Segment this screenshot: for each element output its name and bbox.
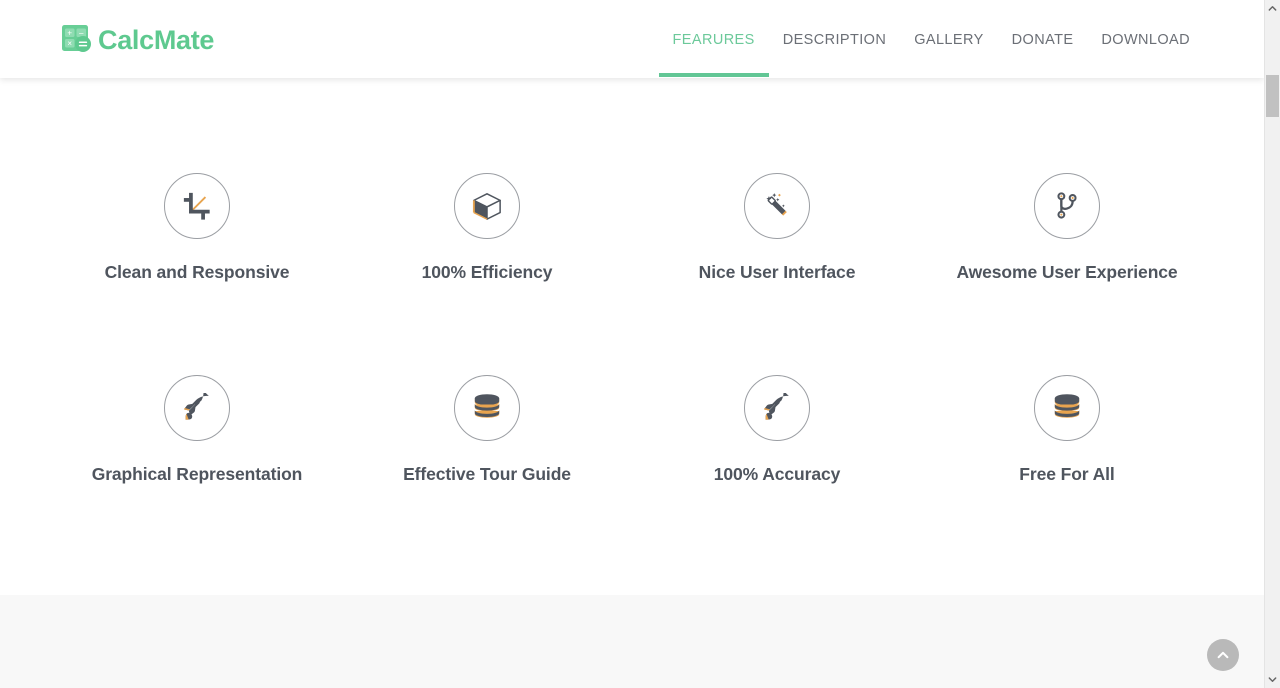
header-inner: + – × CalcMate FEARURES DESCRIPTION GALL… (0, 0, 1264, 78)
feature-title: Clean and Responsive (104, 262, 290, 282)
feature-card: Effective Tour Guide (342, 375, 632, 485)
feature-title: Effective Tour Guide (403, 464, 571, 484)
feature-card: 100% Accuracy (632, 375, 922, 485)
nav-item-description[interactable]: DESCRIPTION (769, 30, 901, 50)
next-section (0, 595, 1264, 688)
nav-item-download[interactable]: DOWNLOAD (1087, 30, 1204, 50)
scrollbar-down-button[interactable] (1265, 671, 1280, 688)
magic-wand-icon (744, 173, 810, 239)
page-viewport: + – × CalcMate FEARURES DESCRIPTION GALL… (0, 0, 1264, 688)
svg-text:×: × (67, 39, 72, 48)
feature-card: Nice User Interface (632, 173, 922, 283)
site-header: + – × CalcMate FEARURES DESCRIPTION GALL… (0, 0, 1264, 78)
brand-logo-link[interactable]: + – × CalcMate (60, 18, 214, 62)
main-navigation: FEARURES DESCRIPTION GALLERY DONATE DOWN… (658, 0, 1204, 78)
calculator-icon: + – × (60, 22, 96, 58)
scrollbar-thumb[interactable] (1266, 75, 1279, 117)
rocket-icon (744, 375, 810, 441)
feature-card: Free For All (922, 375, 1212, 485)
database-icon (454, 375, 520, 441)
crop-alt-icon (164, 173, 230, 239)
nav-item-features[interactable]: FEARURES (658, 30, 769, 77)
nav-item-donate[interactable]: DONATE (998, 30, 1088, 50)
features-section: Clean and Responsive 100% Efficiency Nic… (0, 78, 1264, 595)
database-icon (1034, 375, 1100, 441)
chevron-up-icon (1217, 651, 1229, 659)
feature-title: Awesome User Experience (956, 262, 1178, 282)
brand-name: CalcMate (98, 24, 215, 55)
code-branch-icon (1034, 173, 1100, 239)
chevron-up-icon (1268, 6, 1277, 11)
feature-title: Graphical Representation (91, 464, 303, 484)
feature-title: Free For All (1019, 464, 1115, 484)
feature-card: Graphical Representation (52, 375, 342, 485)
chevron-down-icon (1268, 677, 1277, 682)
svg-text:+: + (67, 29, 72, 38)
features-grid: Clean and Responsive 100% Efficiency Nic… (52, 173, 1212, 485)
rocket-icon (164, 375, 230, 441)
feature-title: Nice User Interface (698, 262, 856, 282)
feature-card: Clean and Responsive (52, 173, 342, 283)
feature-title: 100% Efficiency (421, 262, 553, 282)
feature-card: Awesome User Experience (922, 173, 1212, 283)
nav-item-gallery[interactable]: GALLERY (900, 30, 997, 50)
cube-icon (454, 173, 520, 239)
scroll-to-top-button[interactable]: Back to top (1207, 639, 1239, 671)
feature-title: 100% Accuracy (713, 464, 841, 484)
vertical-scrollbar[interactable] (1264, 0, 1280, 688)
feature-card: 100% Efficiency (342, 173, 632, 283)
scrollbar-up-button[interactable] (1265, 0, 1280, 17)
